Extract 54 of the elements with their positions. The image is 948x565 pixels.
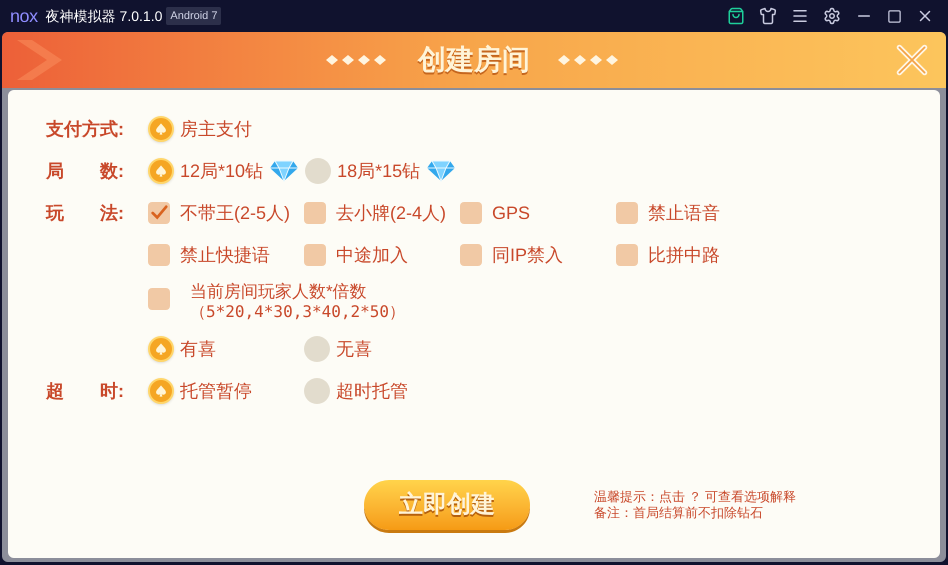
option-label: 去小牌(2-4人) — [336, 202, 446, 225]
shopping-bag-icon[interactable] — [727, 7, 745, 25]
option-label: 不带王(2-5人) — [180, 202, 290, 225]
version-badge: Android 7 — [166, 6, 222, 26]
spade-icon — [154, 122, 168, 136]
create-button[interactable]: 立即创建 — [364, 480, 530, 530]
window-title: 夜神模拟器 7.0.1.0 — [46, 6, 162, 26]
option-label: GPS — [492, 202, 530, 224]
radio-button[interactable] — [304, 378, 330, 404]
checkbox[interactable] — [148, 288, 170, 310]
option-label: 超时托管 — [336, 380, 408, 402]
option-label: 12局*10钻 — [180, 160, 264, 182]
app-logo: nox — [10, 4, 38, 28]
check-icon — [150, 204, 168, 222]
radio-button[interactable] — [148, 158, 174, 184]
field-label: 支付方式: — [46, 118, 124, 140]
checkbox[interactable] — [616, 244, 638, 266]
checkbox[interactable] — [460, 244, 482, 266]
checkbox[interactable] — [148, 202, 170, 224]
checkbox[interactable] — [304, 244, 326, 266]
radio-button[interactable] — [305, 158, 332, 184]
field-label: 局 数: — [46, 160, 124, 182]
option-label: 无喜 — [336, 338, 372, 360]
shirt-icon[interactable] — [759, 7, 777, 25]
hint-text: 备注：首局结算前不扣除钻石 — [594, 505, 764, 521]
option-label: 有喜 — [180, 338, 216, 360]
radio-button[interactable] — [148, 336, 174, 362]
maximize-icon[interactable] — [887, 8, 902, 24]
option-label: 禁止语音 — [648, 202, 720, 224]
option-label: 房主支付 — [180, 118, 252, 140]
settings-icon[interactable] — [823, 7, 841, 25]
option-label: 18局*15钻 — [337, 160, 420, 182]
field-label: 玩 法: — [46, 202, 124, 224]
option-label: 禁止快捷语 — [180, 244, 270, 266]
option-label: 比拼中路 — [648, 244, 720, 266]
checkbox[interactable] — [304, 202, 326, 224]
option-label: 同IP禁入 — [492, 244, 564, 266]
radio-button[interactable] — [148, 378, 174, 404]
hint-text: 温馨提示：点击 ？ 可查看选项解释 — [594, 489, 796, 505]
option-label: 托管暂停 — [180, 380, 252, 402]
radio-button[interactable] — [304, 336, 330, 362]
spade-icon — [154, 164, 168, 178]
field-label: 超 时: — [46, 380, 124, 402]
spade-icon — [154, 384, 168, 398]
option-note: （5*20,4*30,3*40,2*50） — [190, 302, 406, 322]
menu-icon[interactable] — [791, 7, 809, 25]
checkbox[interactable] — [616, 202, 638, 224]
dialog-title: 创建房间 — [418, 43, 530, 77]
spade-icon — [154, 342, 168, 356]
option-label: 当前房间玩家人数*倍数 — [190, 282, 368, 302]
radio-button[interactable] — [148, 116, 174, 142]
checkbox[interactable] — [460, 202, 482, 224]
checkbox[interactable] — [148, 244, 170, 266]
option-label: 中途加入 — [336, 244, 408, 266]
